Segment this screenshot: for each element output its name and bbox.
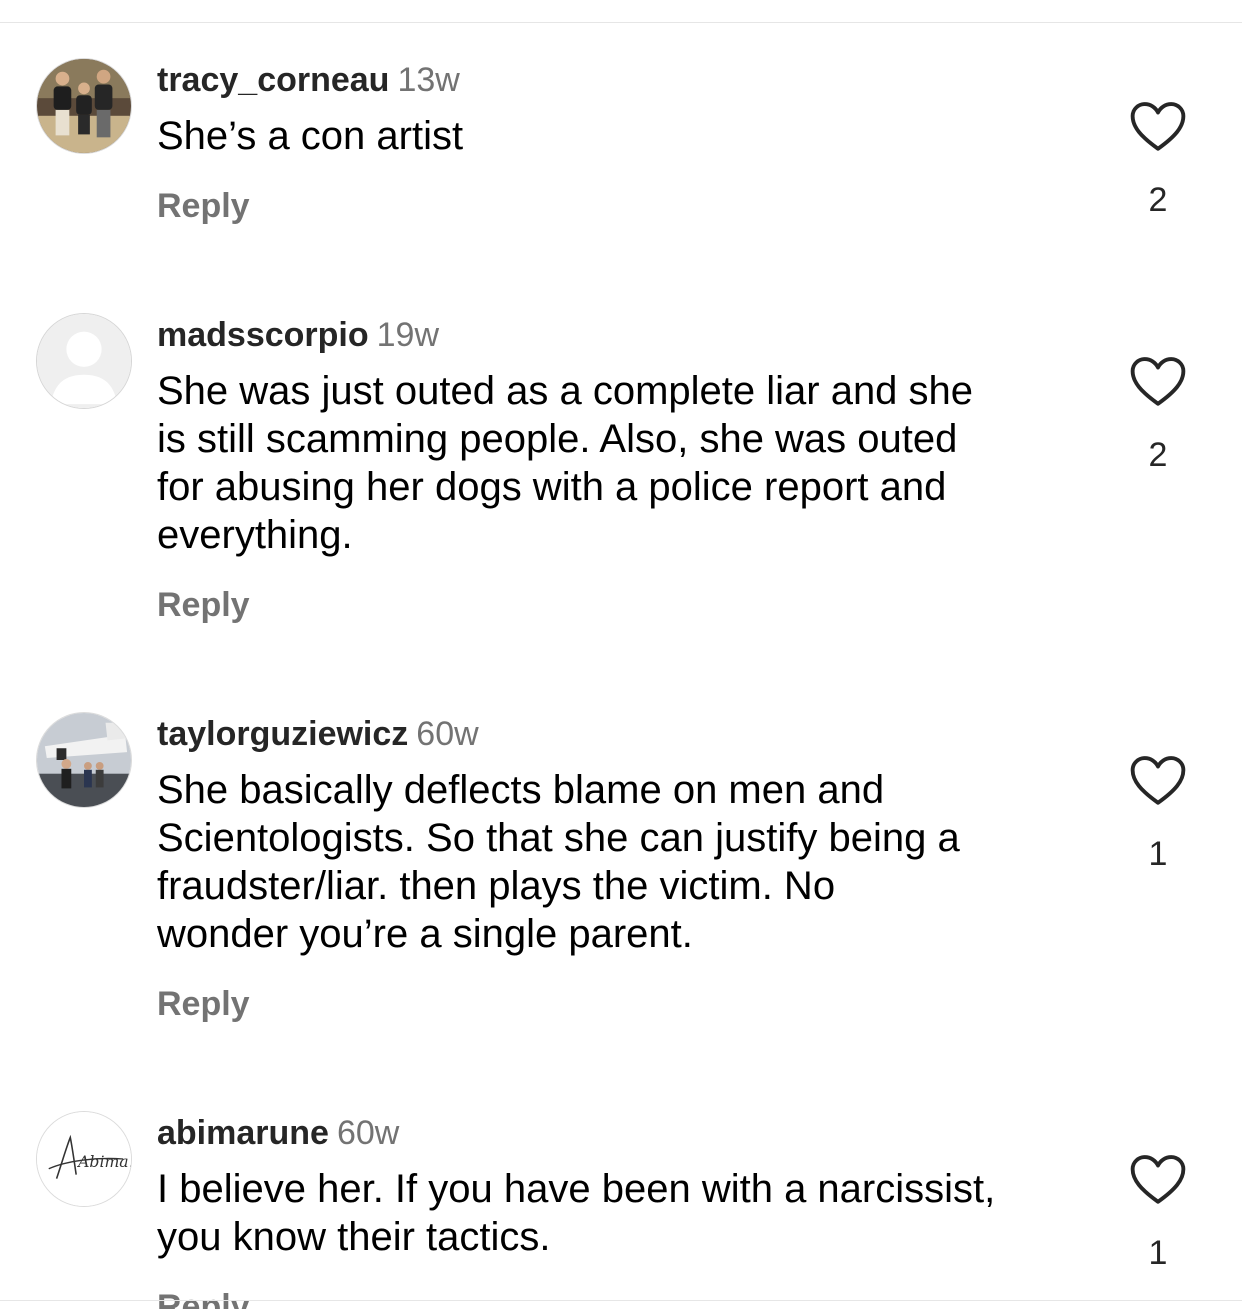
comment-header: abimarune 60w [157, 1113, 399, 1153]
like-button[interactable] [1129, 100, 1187, 154]
username[interactable]: tracy_corneau [157, 61, 389, 99]
like-count: 2 [1148, 436, 1168, 474]
username[interactable]: madsscorpio [157, 316, 369, 354]
like-count: 1 [1148, 1234, 1168, 1272]
timestamp: 13w [397, 61, 460, 99]
signature-logo-icon: Abima. [37, 1112, 131, 1206]
timestamp: 60w [336, 1114, 400, 1152]
avatar[interactable] [36, 58, 132, 154]
profile-photo-icon [37, 59, 131, 153]
avatar[interactable] [36, 712, 132, 808]
comment-text: I believe her. If you have been with a n… [157, 1167, 996, 1259]
comment-header: tracy_corneau 13w [157, 60, 460, 100]
heart-outline-icon [1130, 102, 1186, 151]
avatar[interactable] [36, 313, 132, 409]
timestamp: 60w [416, 715, 479, 753]
avatar[interactable]: Abima. [36, 1111, 132, 1207]
profile-photo-icon [37, 713, 131, 807]
like-button[interactable] [1129, 754, 1187, 808]
reply-button[interactable]: Reply [157, 186, 250, 226]
comment-text: She’s a con artist [157, 114, 464, 158]
comment-header: madsscorpio 19w [157, 315, 439, 355]
heart-outline-icon [1130, 756, 1186, 805]
heart-outline-icon [1130, 1155, 1186, 1204]
comments-screen: tracy_corneau 13w She’s a con artist Repl… [0, 0, 1242, 1309]
like-button[interactable] [1129, 1153, 1187, 1207]
comment-text: She basically deflects blame on men and … [157, 768, 960, 956]
like-button[interactable] [1129, 355, 1187, 409]
svg-text:Abima.: Abima. [76, 1152, 131, 1171]
like-count: 2 [1148, 181, 1168, 219]
comment-text: She was just outed as a complete liar an… [157, 369, 974, 557]
reply-button[interactable]: Reply [157, 585, 250, 625]
like-count: 1 [1148, 835, 1168, 873]
username[interactable]: taylorguziewicz [157, 715, 408, 753]
username[interactable]: abimarune [157, 1114, 329, 1152]
heart-outline-icon [1130, 357, 1186, 406]
default-profile-icon [37, 314, 131, 408]
timestamp: 19w [376, 316, 439, 354]
reply-button[interactable]: Reply [157, 984, 250, 1024]
comment-header: taylorguziewicz 60w [157, 714, 479, 754]
bottom-divider [0, 1300, 1242, 1301]
top-divider [0, 22, 1242, 23]
reply-button[interactable]: Reply [157, 1287, 250, 1309]
